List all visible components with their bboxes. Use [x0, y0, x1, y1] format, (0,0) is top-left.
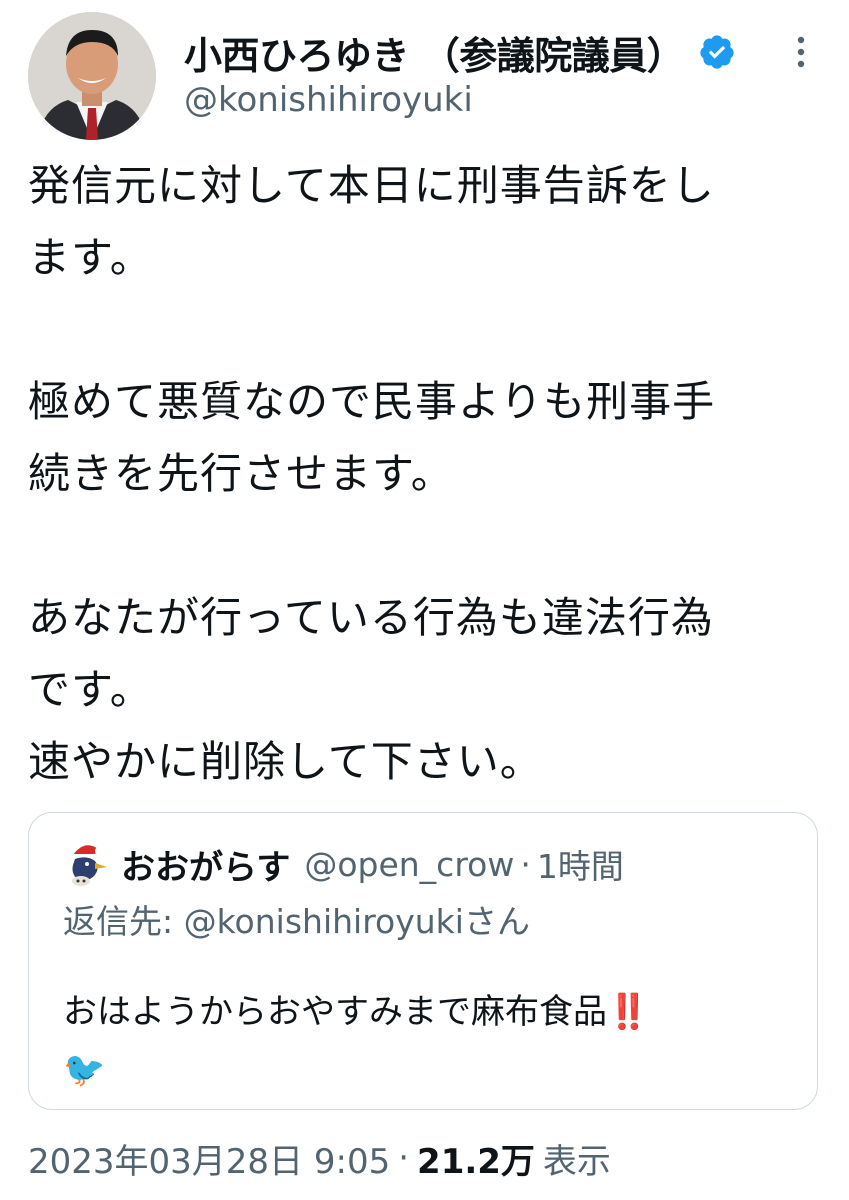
author-handle[interactable]: @konishihiroyuki: [184, 80, 473, 120]
author-name-row: 小西ひろゆき （参議院議員）: [184, 22, 736, 82]
tweet-text: 発信元に対して本日に刑事告訴をし ます。 極めて悪質なので民事よりも刑事手 続き…: [28, 161, 716, 786]
reply-prefix: 返信先:: [63, 902, 174, 941]
profile-photo: [28, 12, 156, 140]
tweet-footer: 2023年03月28日 9:05 · 21.2万 表示: [28, 1130, 611, 1186]
view-label: 表示: [542, 1141, 611, 1182]
tweet-timestamp[interactable]: 2023年03月28日 9:05: [28, 1134, 390, 1183]
quoted-separator: ·: [520, 844, 531, 884]
view-count[interactable]: 21.2万: [417, 1134, 535, 1183]
author-display-name[interactable]: 小西ひろゆき （参議院議員）: [184, 25, 685, 80]
avatar[interactable]: [28, 12, 156, 140]
quoted-time[interactable]: 1時間: [537, 840, 624, 888]
quoted-tweet-header: おおがらす @open_crow · 1時間: [65, 839, 624, 889]
quoted-tweet[interactable]: おおがらす @open_crow · 1時間 返信先: @konishihiro…: [28, 812, 818, 1110]
quoted-author-name[interactable]: おおがらす: [121, 840, 290, 889]
quoted-author-handle[interactable]: @open_crow: [304, 845, 514, 884]
quoted-tweet-text: おはようからおやすみまで麻布食品‼️ 🐦: [63, 992, 650, 1090]
reply-suffix: さん: [463, 902, 530, 941]
reply-handle[interactable]: @konishihiroyuki: [184, 902, 464, 941]
quoted-reply-to: 返信先: @konishihiroyukiさん: [63, 895, 530, 943]
more-options-icon[interactable]: [786, 32, 816, 72]
footer-separator: ·: [398, 1138, 410, 1178]
crow-santa-hat-icon: [71, 845, 107, 886]
verified-badge-icon: [700, 35, 734, 69]
